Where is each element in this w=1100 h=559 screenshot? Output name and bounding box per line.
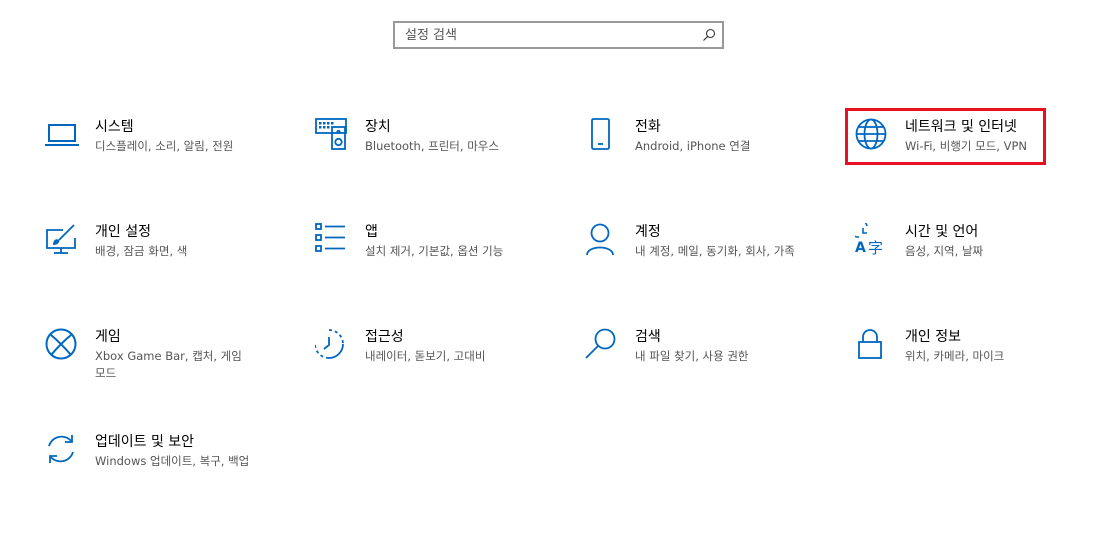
tile-title: 계정: [635, 224, 661, 240]
tile-search[interactable]: 검색 내 파일 찾기, 사용 권한: [585, 328, 815, 398]
tile-time-language[interactable]: A 字 시간 및 언어 음성, 지역, 날짜: [855, 223, 1085, 293]
tile-title: 개인 정보: [905, 329, 961, 345]
tile-accounts[interactable]: 계정 내 계정, 메일, 동기화, 회사, 가족: [585, 223, 815, 293]
tile-title: 시스템: [95, 119, 134, 135]
tile-description: 위치, 카메라, 마이크: [905, 349, 1005, 363]
time-language-icon: A 字: [855, 223, 889, 257]
tile-title: 게임: [95, 329, 121, 345]
tile-privacy[interactable]: 개인 정보 위치, 카메라, 마이크: [855, 328, 1085, 398]
tile-description: Bluetooth, 프린터, 마우스: [365, 139, 499, 153]
phone-icon: [585, 118, 619, 152]
tile-title: 개인 설정: [95, 224, 151, 240]
search-icon[interactable]: [702, 28, 716, 42]
tile-phone[interactable]: 전화 Android, iPhone 연결: [585, 118, 815, 188]
app-list-icon: [315, 223, 349, 257]
tile-description: 설치 제거, 기본값, 옵션 기능: [365, 244, 504, 258]
tile-description: 배경, 잠금 화면, 색: [95, 244, 188, 258]
keyboard-speaker-icon: [315, 118, 349, 152]
tile-description: 내 파일 찾기, 사용 권한: [635, 349, 749, 363]
person-icon: [585, 223, 619, 257]
tile-title: 검색: [635, 329, 661, 345]
tile-ease-of-access[interactable]: 접근성 내레이터, 돋보기, 고대비: [315, 328, 545, 398]
lock-icon: [855, 328, 889, 362]
tile-title: 시간 및 언어: [905, 224, 979, 240]
tile-title: 전화: [635, 119, 661, 135]
tile-devices[interactable]: 장치 Bluetooth, 프린터, 마우스: [315, 118, 545, 188]
tile-system[interactable]: 시스템 디스플레이, 소리, 알림, 전원: [45, 118, 275, 188]
paint-display-icon: [45, 223, 79, 257]
tile-title: 앱: [365, 224, 378, 240]
sync-icon: [45, 433, 79, 467]
tile-title: 업데이트 및 보안: [95, 434, 195, 450]
settings-search-box[interactable]: [393, 21, 724, 49]
tile-description: 내레이터, 돋보기, 고대비: [365, 349, 486, 363]
search-icon: [585, 328, 619, 362]
svg-text:字: 字: [868, 239, 883, 257]
laptop-icon: [45, 118, 79, 152]
tile-update-security[interactable]: 업데이트 및 보안 Windows 업데이트, 복구, 백업: [45, 433, 275, 503]
tile-description: 음성, 지역, 날짜: [905, 244, 984, 258]
tile-description: Xbox Game Bar, 캡처, 게임 모드: [95, 349, 242, 380]
tile-description: Android, iPhone 연결: [635, 139, 751, 153]
tile-personalization[interactable]: 개인 설정 배경, 잠금 화면, 색: [45, 223, 275, 293]
tile-title: 접근성: [365, 329, 404, 345]
tile-apps[interactable]: 앱 설치 제거, 기본값, 옵션 기능: [315, 223, 545, 293]
tile-description: 디스플레이, 소리, 알림, 전원: [95, 139, 234, 153]
highlight-box: [845, 108, 1046, 165]
tile-gaming[interactable]: 게임 Xbox Game Bar, 캡처, 게임 모드: [45, 328, 275, 398]
accessibility-icon: [315, 328, 349, 362]
tile-title: 장치: [365, 119, 391, 135]
tile-description: 내 계정, 메일, 동기화, 회사, 가족: [635, 244, 795, 258]
tile-description: Windows 업데이트, 복구, 백업: [95, 454, 250, 468]
search-input[interactable]: [395, 23, 705, 47]
xbox-icon: [45, 328, 79, 362]
svg-text:A: A: [855, 240, 866, 256]
